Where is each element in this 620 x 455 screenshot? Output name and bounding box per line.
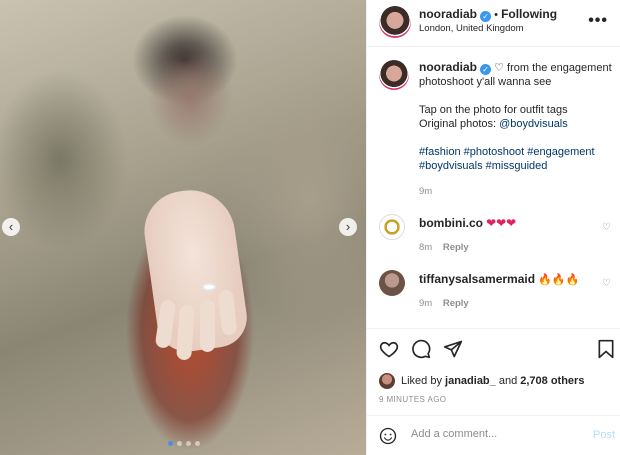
comment-time: 9m xyxy=(419,298,433,309)
comment-text: ❤❤❤ xyxy=(486,216,517,230)
comment-input[interactable] xyxy=(411,428,571,440)
liker-username[interactable]: janadiab_ xyxy=(445,375,496,387)
heart-icon[interactable] xyxy=(379,339,399,359)
chevron-right-icon[interactable]: › xyxy=(339,218,357,236)
ring-image xyxy=(202,283,216,291)
caption-text: nooradiab ✓ ♡ from the engagement photos… xyxy=(419,60,615,213)
post-side-panel: nooradiab ✓ • Following London, United K… xyxy=(366,0,620,455)
header-user: nooradiab ✓ • Following xyxy=(419,7,557,22)
post-comment-button[interactable]: Post xyxy=(593,429,615,441)
share-icon[interactable] xyxy=(443,339,463,359)
reply-button[interactable]: Reply xyxy=(443,242,469,253)
action-bar: Liked by janadiab_ and 2,708 others 9 MI… xyxy=(367,328,620,455)
save-icon[interactable] xyxy=(597,339,615,359)
carousel-dot xyxy=(168,441,173,446)
comment-meta: 9m Reply xyxy=(419,298,579,309)
finger-image xyxy=(200,300,215,352)
avatar[interactable] xyxy=(379,214,405,240)
mention-link[interactable]: @boydvisuals xyxy=(499,118,568,130)
finger-image xyxy=(176,304,195,361)
likes-row: Liked by janadiab_ and 2,708 others xyxy=(379,373,584,389)
likes-text: Liked by janadiab_ and 2,708 others xyxy=(401,375,584,387)
verified-badge-icon: ✓ xyxy=(480,11,492,22)
caption-time: 9m xyxy=(419,186,433,197)
caption-line: Original photos: xyxy=(419,118,500,130)
chevron-left-icon[interactable]: ‹ xyxy=(2,218,20,236)
comment-username[interactable]: bombini.co xyxy=(419,216,483,230)
likes-middle: and xyxy=(495,375,521,387)
likes-count[interactable]: 2,708 others xyxy=(520,375,584,387)
post-header: nooradiab ✓ • Following London, United K… xyxy=(367,0,620,47)
carousel-dot xyxy=(177,441,182,446)
verified-badge-icon: ✓ xyxy=(480,64,492,75)
carousel-dots xyxy=(168,441,200,446)
comment-body: tiffanysalsamermaid 🔥🔥🔥 9m Reply xyxy=(419,272,579,309)
avatar[interactable] xyxy=(379,6,411,38)
username-link[interactable]: nooradiab xyxy=(419,7,477,21)
heart-icon[interactable]: ♡ xyxy=(602,222,611,233)
caption-line: Tap on the photo for outfit tags xyxy=(419,104,568,116)
likes-prefix: Liked by xyxy=(401,375,446,387)
hashtags[interactable]: #fashion #photoshoot #engagement #boydvi… xyxy=(419,145,615,173)
post-photo[interactable]: ‹ › xyxy=(0,0,366,455)
comment-time: 8m xyxy=(419,242,433,253)
add-comment-bar: Post xyxy=(367,415,620,455)
comment-username[interactable]: tiffanysalsamermaid xyxy=(419,272,535,286)
avatar[interactable] xyxy=(379,60,409,90)
emoji-icon[interactable] xyxy=(379,427,397,445)
carousel-dot xyxy=(186,441,191,446)
post-timestamp: 9 MINUTES AGO xyxy=(379,395,447,404)
comment-text: 🔥🔥🔥 xyxy=(538,274,580,286)
comment-body: bombini.co ❤❤❤ 8m Reply xyxy=(419,216,516,253)
reply-button[interactable]: Reply xyxy=(443,298,469,309)
following-button[interactable]: Following xyxy=(501,7,557,21)
avatar[interactable] xyxy=(379,373,395,389)
comment-meta: 8m Reply xyxy=(419,242,516,253)
more-options-icon[interactable]: ••• xyxy=(588,12,608,30)
caption-username[interactable]: nooradiab xyxy=(419,60,477,74)
location-link[interactable]: London, United Kingdom xyxy=(419,23,524,34)
comment-icon[interactable] xyxy=(411,339,431,359)
carousel-dot xyxy=(195,441,200,446)
heart-icon[interactable]: ♡ xyxy=(602,278,611,289)
avatar[interactable] xyxy=(379,270,405,296)
